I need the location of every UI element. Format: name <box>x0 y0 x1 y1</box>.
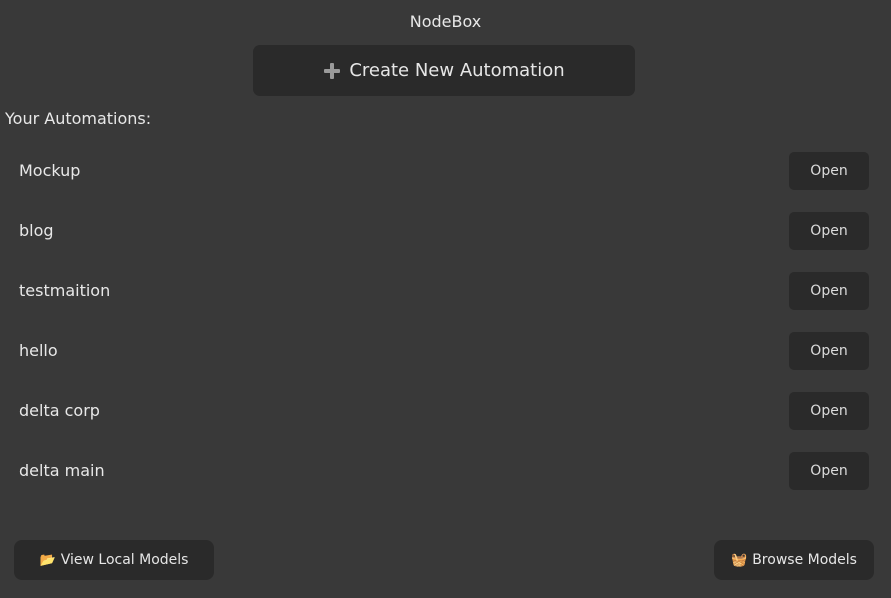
open-button[interactable]: Open <box>789 152 869 190</box>
app-title: NodeBox <box>409 12 482 31</box>
automation-name: delta main <box>19 461 105 480</box>
open-folder-icon: 📂 <box>39 552 56 568</box>
automation-name: delta corp <box>19 401 100 420</box>
view-local-models-button[interactable]: 📂 View Local Models <box>14 540 214 580</box>
automation-name: Mockup <box>19 161 81 180</box>
automation-row: blog Open <box>0 212 891 272</box>
open-button[interactable]: Open <box>789 452 869 490</box>
automation-name: testmaition <box>19 281 111 300</box>
browse-models-label: Browse Models <box>752 552 857 568</box>
basket-icon: 🧺 <box>731 552 748 568</box>
automation-name: blog <box>19 221 54 240</box>
open-button[interactable]: Open <box>789 392 869 430</box>
browse-models-button[interactable]: 🧺 Browse Models <box>714 540 874 580</box>
automation-name: hello <box>19 341 58 360</box>
create-automation-label: Create New Automation <box>349 60 565 81</box>
automation-row: delta main Open <box>0 452 891 512</box>
automation-row: hello Open <box>0 332 891 392</box>
automations-heading: Your Automations: <box>5 109 152 128</box>
automation-row: testmaition Open <box>0 272 891 332</box>
plus-icon <box>323 62 341 80</box>
automation-list: Mockup Open blog Open testmaition Open h… <box>0 152 891 512</box>
automation-row: delta corp Open <box>0 392 891 452</box>
automation-row: Mockup Open <box>0 152 891 212</box>
open-button[interactable]: Open <box>789 332 869 370</box>
open-button[interactable]: Open <box>789 212 869 250</box>
create-automation-button[interactable]: Create New Automation <box>253 45 635 96</box>
view-local-models-label: View Local Models <box>60 552 189 568</box>
open-button[interactable]: Open <box>789 272 869 310</box>
